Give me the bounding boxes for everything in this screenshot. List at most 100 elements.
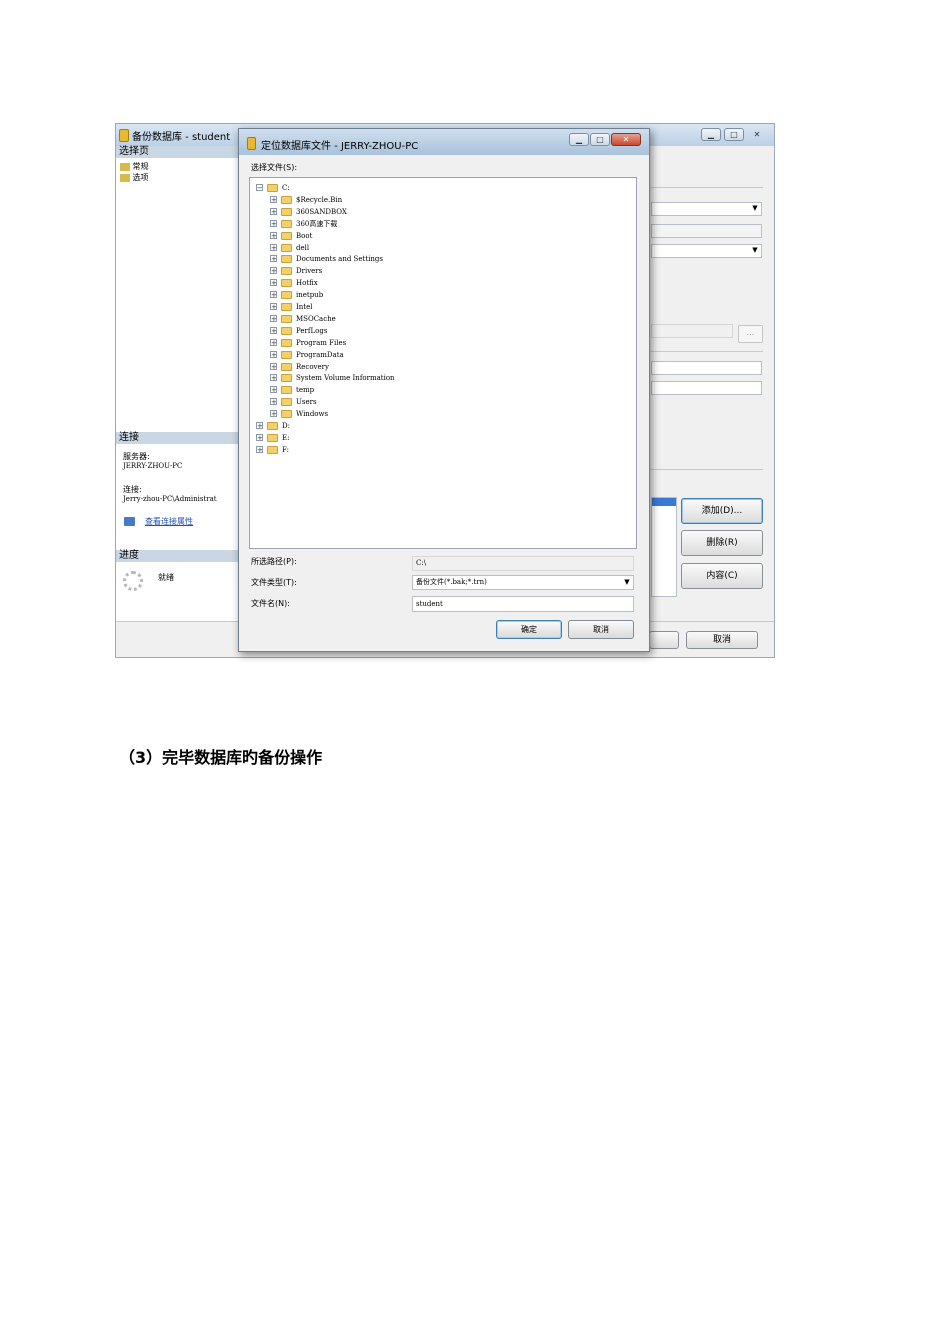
cancel-button[interactable]: 取消 (568, 620, 634, 639)
tree-node-label: MSOCache (296, 314, 336, 323)
view-connection-properties-link[interactable]: 查看连接属性 (145, 517, 193, 527)
tree-node-label: inetpub (296, 291, 324, 300)
expand-icon[interactable]: + (270, 207, 277, 215)
page-item-label: 常规 (132, 162, 149, 171)
folder-icon (281, 398, 292, 407)
selected-path-label: 所选路径(P): (251, 557, 297, 566)
expand-icon[interactable]: + (270, 410, 277, 418)
backup-window-title: 备份数据库 - student (132, 132, 231, 143)
separator (651, 351, 763, 352)
separator (651, 469, 763, 470)
select-page-header: 选择页 (116, 146, 238, 158)
expand-icon[interactable]: + (270, 195, 277, 203)
folder-icon (267, 184, 278, 192)
expand-icon[interactable]: + (270, 374, 277, 382)
folder-icon (281, 291, 292, 300)
maximize-button[interactable]: □ (724, 128, 744, 141)
chevron-down-icon: ▼ (624, 578, 630, 586)
minimize-button[interactable]: ▁ (569, 133, 589, 146)
tree-node-label: E: (282, 433, 290, 442)
expand-icon[interactable]: + (270, 219, 277, 227)
close-button[interactable]: ✕ (747, 128, 767, 141)
folder-icon (281, 338, 292, 347)
folder-icon (281, 362, 292, 371)
folder-icon (281, 386, 292, 395)
tree-node-label: temp (296, 386, 315, 395)
step-caption: （3）完毕数据库旳备份操作 (119, 748, 323, 767)
expand-icon[interactable]: + (270, 314, 277, 322)
tree-node-label: Program Files (296, 338, 347, 347)
folder-icon (267, 445, 278, 454)
connection-properties-icon (124, 517, 135, 526)
page-icon (120, 173, 130, 182)
destination-list[interactable] (651, 497, 677, 597)
tree-node-label: Documents and Settings (296, 255, 383, 264)
connection-value: Jerry-zhou-PC\Administrat (123, 495, 217, 503)
ok-button[interactable]: 确定 (496, 620, 562, 639)
folder-icon (281, 243, 292, 252)
folder-icon (267, 422, 278, 430)
left-pane: 选择页 常规 选项 连接 服务器: JERRY-ZHOU-PC 连接: Jerr… (116, 146, 239, 621)
folder-icon (281, 219, 292, 228)
minimize-button[interactable]: ▁ (701, 128, 721, 141)
expand-icon[interactable]: + (270, 279, 277, 287)
file-name-input[interactable] (412, 596, 634, 612)
tree-node-label: Intel (296, 303, 313, 311)
expand-icon[interactable]: + (270, 386, 277, 394)
expand-icon[interactable]: + (270, 267, 277, 275)
chevron-down-icon: ▼ (752, 246, 758, 254)
name-field[interactable] (651, 361, 762, 375)
add-button[interactable]: 添加(D)... (681, 498, 763, 524)
folder-icon (281, 350, 292, 359)
expand-icon[interactable]: + (256, 433, 263, 441)
remove-button[interactable]: 删除(R) (681, 530, 763, 556)
expand-icon[interactable]: + (270, 291, 277, 299)
collapse-icon[interactable]: − (256, 184, 263, 192)
file-type-select[interactable]: 备份文件(*.bak;*.trn) ▼ (412, 575, 634, 590)
server-value: JERRY-ZHOU-PC (123, 462, 183, 470)
expand-icon[interactable]: + (270, 303, 277, 311)
expand-icon[interactable]: + (256, 422, 263, 430)
tree-node-label: Boot (296, 231, 313, 240)
expand-icon[interactable]: + (270, 350, 277, 358)
contents-button[interactable]: 内容(C) (681, 563, 763, 589)
expand-icon[interactable]: + (270, 398, 277, 406)
expand-icon[interactable]: + (270, 243, 277, 251)
browse-button[interactable]: ... (738, 325, 763, 343)
page-icon (120, 162, 130, 171)
description-field[interactable] (651, 381, 762, 395)
file-type-value: 备份文件(*.bak;*.trn) (416, 578, 487, 586)
expand-icon[interactable]: + (270, 231, 277, 239)
expand-icon[interactable]: + (256, 445, 263, 453)
tree-node-label: C: (282, 184, 290, 192)
folder-icon (281, 279, 292, 288)
tree-node-label: D: (282, 422, 290, 430)
tree-node-label: Hotfix (296, 279, 318, 288)
selected-destination-row[interactable] (652, 498, 676, 506)
ok-button-partial[interactable] (649, 631, 679, 649)
database-icon (247, 137, 256, 150)
server-label: 服务器: (123, 452, 150, 461)
backup-type-select[interactable]: ▼ (651, 202, 762, 216)
page-item-options[interactable]: 选项 (120, 173, 149, 183)
folder-icon (281, 231, 292, 240)
backup-set-select[interactable]: ▼ (651, 244, 762, 258)
close-button[interactable]: ✕ (611, 133, 641, 146)
expand-icon[interactable]: + (270, 326, 277, 334)
progress-status: 就绪 (158, 573, 174, 582)
page-item-general[interactable]: 常规 (120, 162, 149, 172)
folder-icon (281, 207, 292, 216)
maximize-button[interactable]: □ (590, 133, 610, 146)
progress-header: 进度 (116, 550, 238, 562)
tree-node-label: Recovery (296, 362, 329, 371)
dialog-titlebar: 定位数据库文件 - JERRY-ZHOU-PC ▁ □ ✕ (239, 129, 649, 155)
page-item-label: 选项 (132, 173, 149, 182)
expand-icon[interactable]: + (270, 338, 277, 346)
locate-database-file-dialog: 定位数据库文件 - JERRY-ZHOU-PC ▁ □ ✕ 选择文件(S): −… (238, 128, 650, 652)
expand-icon[interactable]: + (270, 362, 277, 370)
file-tree[interactable]: − C: + $Recycle.Bin +360SANDBOX +360高速下载 + Bo… (249, 177, 637, 549)
expand-icon[interactable]: + (270, 255, 277, 263)
backup-cancel-button[interactable]: 取消 (686, 631, 758, 649)
folder-icon (281, 255, 292, 264)
tree-node-label: ProgramData (296, 350, 344, 359)
